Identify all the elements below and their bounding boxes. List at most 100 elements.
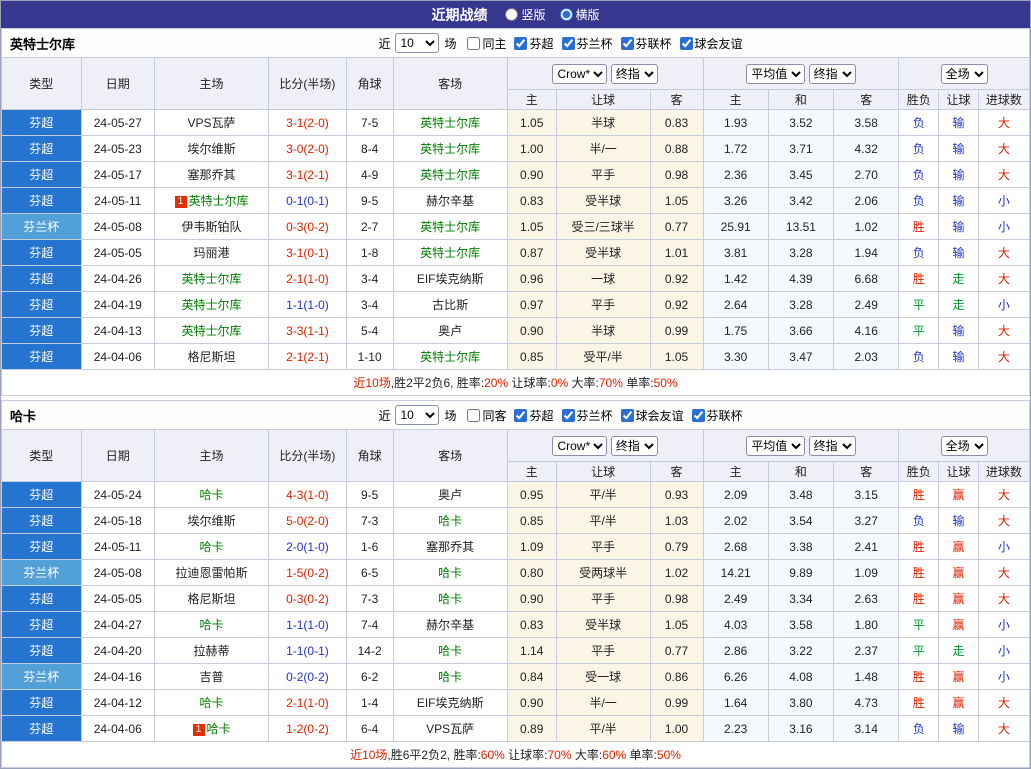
home-team-link[interactable]: 玛丽港 xyxy=(153,239,270,266)
away-team-link[interactable]: VPS瓦萨 xyxy=(392,715,508,742)
home-team-link[interactable]: 哈卡 xyxy=(153,689,270,716)
match-score-link[interactable]: 1-1(1-0) xyxy=(268,291,347,318)
away-team-link[interactable]: 赫尔辛基 xyxy=(392,611,508,638)
filter-option[interactable]: 同主 xyxy=(467,35,506,52)
home-team-link[interactable]: 英特士尔库 xyxy=(153,265,270,292)
layout-radio[interactable] xyxy=(505,8,519,21)
home-team-link[interactable]: 格尼斯坦 xyxy=(153,343,270,370)
filter-checkbox[interactable] xyxy=(514,408,528,422)
filter-checkbox[interactable] xyxy=(561,36,575,50)
match-score-link[interactable]: 2-1(1-0) xyxy=(268,689,347,716)
filter-option[interactable]: 芬超 xyxy=(514,35,554,52)
match-score-link[interactable]: 0-3(0-2) xyxy=(268,585,347,612)
filter-option[interactable]: 芬超 xyxy=(514,407,554,424)
away-team-link[interactable]: 英特士尔库 xyxy=(392,343,508,370)
full-match-select[interactable]: 全场 xyxy=(940,435,988,456)
filter-option[interactable]: 芬兰杯 xyxy=(561,35,613,52)
final-odds-select-2[interactable]: 终指 xyxy=(808,63,856,84)
match-score-link[interactable]: 3-1(0-1) xyxy=(268,239,347,266)
recent-count-select[interactable]: 10 xyxy=(395,33,440,53)
filter-checkbox[interactable] xyxy=(467,36,481,50)
filter-checkbox[interactable] xyxy=(620,36,634,50)
match-score-link[interactable]: 3-1(2-1) xyxy=(268,161,347,188)
home-team-link[interactable]: 英特士尔库 xyxy=(153,317,270,344)
home-team-link[interactable]: 英特士尔库 xyxy=(153,291,270,318)
match-score-link[interactable]: 2-1(1-0) xyxy=(268,265,347,292)
filter-option[interactable]: 芬联杯 xyxy=(691,407,743,424)
filter-checkbox[interactable] xyxy=(691,408,705,422)
match-score-link[interactable]: 3-1(2-0) xyxy=(268,109,347,136)
match-score-link[interactable]: 0-3(0-2) xyxy=(268,213,347,240)
filter-option[interactable]: 芬联杯 xyxy=(620,35,672,52)
away-team-link[interactable]: 哈卡 xyxy=(392,637,508,664)
average-select[interactable]: 平均值 xyxy=(746,435,806,456)
filter-option[interactable]: 球会友谊 xyxy=(620,407,684,424)
match-score-link[interactable]: 1-1(1-0) xyxy=(268,611,347,638)
filter-checkbox[interactable] xyxy=(679,36,693,50)
home-team-link[interactable]: 吉普 xyxy=(153,663,270,690)
match-score-link[interactable]: 1-2(0-2) xyxy=(268,715,347,742)
home-team-link[interactable]: 哈卡 xyxy=(153,533,270,560)
away-team-link[interactable]: 英特士尔库 xyxy=(392,135,508,162)
bookmaker-select[interactable]: Crow* xyxy=(552,63,608,84)
home-team-link[interactable]: 塞那乔其 xyxy=(153,161,270,188)
layout-option-1[interactable]: 竖版 xyxy=(505,6,546,23)
away-team-link[interactable]: 古比斯 xyxy=(392,291,508,318)
away-team-link[interactable]: 英特士尔库 xyxy=(392,239,508,266)
filter-label: 球会友谊 xyxy=(694,36,743,51)
filter-checkbox[interactable] xyxy=(467,408,481,422)
away-team-link[interactable]: 赫尔辛基 xyxy=(392,187,508,214)
home-team-link[interactable]: 拉赫蒂 xyxy=(153,637,270,664)
final-odds-select[interactable]: 终指 xyxy=(610,63,658,84)
away-team-link[interactable]: 英特士尔库 xyxy=(392,213,508,240)
away-team-link[interactable]: 塞那乔其 xyxy=(392,533,508,560)
final-odds-select-2[interactable]: 终指 xyxy=(808,435,856,456)
match-score-link[interactable]: 2-0(1-0) xyxy=(268,533,347,560)
home-team-link[interactable]: 1 哈卡 xyxy=(153,715,270,742)
layout-radio[interactable] xyxy=(559,8,573,21)
home-team-link[interactable]: 格尼斯坦 xyxy=(153,585,270,612)
home-team-link[interactable]: 伊韦斯铂队 xyxy=(153,213,270,240)
away-team-link[interactable]: EIF埃克纳斯 xyxy=(392,265,508,292)
filter-option[interactable]: 球会友谊 xyxy=(679,35,743,52)
home-team-link[interactable]: 拉迪恩雷帕斯 xyxy=(153,559,270,586)
away-team-link[interactable]: 哈卡 xyxy=(392,559,508,586)
filter-option[interactable]: 同客 xyxy=(467,407,506,424)
away-team-link[interactable]: EIF埃克纳斯 xyxy=(392,689,508,716)
final-odds-select[interactable]: 终指 xyxy=(610,435,658,456)
match-score-link[interactable]: 2-1(2-1) xyxy=(268,343,347,370)
home-team-link[interactable]: 埃尔维斯 xyxy=(153,135,270,162)
filter-option[interactable]: 芬兰杯 xyxy=(561,407,613,424)
match-score-link[interactable]: 0-2(0-2) xyxy=(268,663,347,690)
home-team-link[interactable]: VPS瓦萨 xyxy=(153,109,270,136)
match-score-link[interactable]: 5-0(2-0) xyxy=(268,507,347,534)
away-team-link[interactable]: 奥卢 xyxy=(392,481,508,508)
away-team-link[interactable]: 哈卡 xyxy=(392,663,508,690)
layout-option-2[interactable]: 横版 xyxy=(559,6,600,23)
away-team-link[interactable]: 哈卡 xyxy=(392,507,508,534)
odds-home-value: 1.14 xyxy=(506,637,557,664)
home-team-link[interactable]: 1 英特士尔库 xyxy=(153,187,270,214)
away-team-link[interactable]: 奥卢 xyxy=(392,317,508,344)
bookmaker-select[interactable]: Crow* xyxy=(552,435,608,456)
full-match-select[interactable]: 全场 xyxy=(940,63,988,84)
match-score-link[interactable]: 1-1(0-1) xyxy=(268,637,347,664)
filter-checkbox[interactable] xyxy=(620,408,634,422)
match-score-link[interactable]: 3-3(1-1) xyxy=(268,317,347,344)
result-wdl-value: 平 xyxy=(898,317,940,344)
match-score-link[interactable]: 0-1(0-1) xyxy=(268,187,347,214)
away-team-link[interactable]: 英特士尔库 xyxy=(392,161,508,188)
filter-checkbox[interactable] xyxy=(561,408,575,422)
recent-count-select[interactable]: 10 xyxy=(395,405,440,425)
home-team-link[interactable]: 埃尔维斯 xyxy=(153,507,270,534)
match-score-link[interactable]: 1-5(0-2) xyxy=(268,559,347,586)
average-select[interactable]: 平均值 xyxy=(746,63,806,84)
home-team-link[interactable]: 哈卡 xyxy=(153,481,270,508)
away-team-link[interactable]: 哈卡 xyxy=(392,585,508,612)
match-score-link[interactable]: 3-0(2-0) xyxy=(268,135,347,162)
filter-checkbox[interactable] xyxy=(514,36,528,50)
odds-home-value: 0.87 xyxy=(506,239,557,266)
away-team-link[interactable]: 英特士尔库 xyxy=(392,109,508,136)
match-score-link[interactable]: 4-3(1-0) xyxy=(268,481,347,508)
home-team-link[interactable]: 哈卡 xyxy=(153,611,270,638)
